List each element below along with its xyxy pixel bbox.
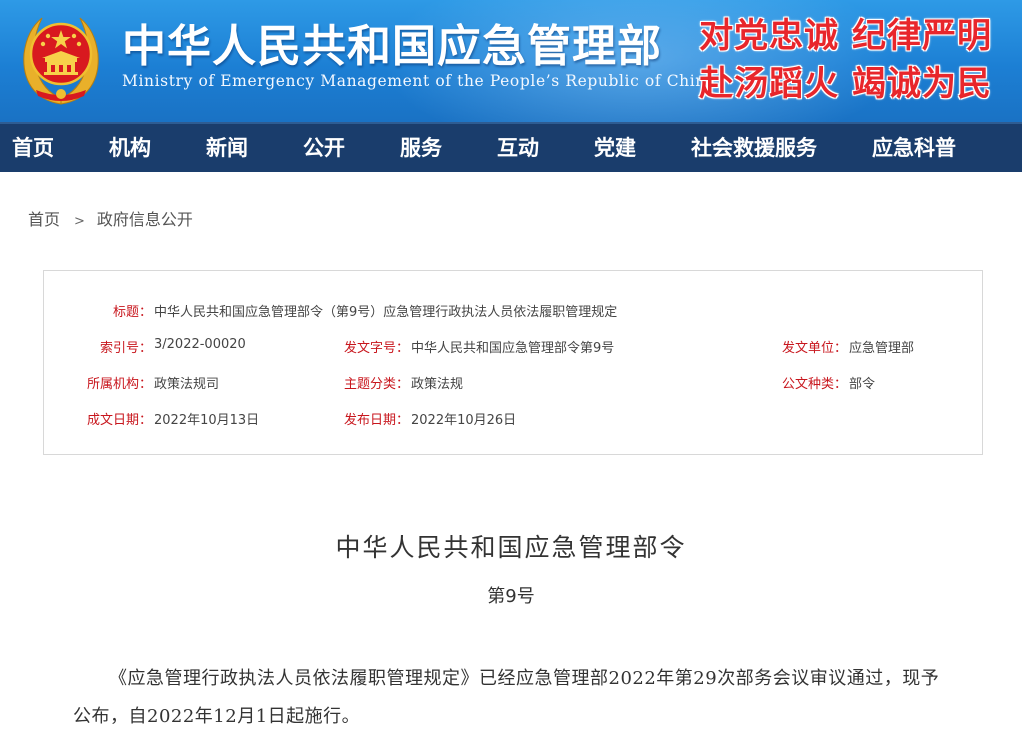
- document-metadata-box: 标题： 中华人民共和国应急管理部令（第9号）应急管理行政执法人员依法履职管理规定…: [43, 270, 983, 455]
- meta-issuer-value: 应急管理部: [849, 341, 915, 356]
- meta-type-label: 公文种类：: [781, 377, 847, 392]
- slogan-line-1: 对党忠诚 纪律严明: [699, 16, 992, 56]
- nav-item-news[interactable]: 新闻: [206, 124, 248, 172]
- meta-row-title: 标题： 中华人民共和国应急管理部令（第9号）应急管理行政执法人员依法履职管理规定: [44, 301, 982, 321]
- main-content: 首页 > 政府信息公开 标题： 中华人民共和国应急管理部令（第9号）应急管理行政执法…: [0, 172, 1022, 742]
- nav-item-rescue-services[interactable]: 社会救援服务: [691, 124, 817, 172]
- site-title-en: Ministry of Emergency Management of the …: [122, 72, 716, 90]
- document-title: 中华人民共和国应急管理部令: [335, 533, 687, 562]
- nav-item-home[interactable]: 首页: [12, 124, 54, 172]
- meta-created-value: 2022年10月13日: [154, 413, 260, 428]
- meta-issuer-label: 发文单位：: [781, 341, 847, 356]
- nav-item-science[interactable]: 应急科普: [872, 124, 956, 172]
- site-title-cn[interactable]: 中华人民共和国应急管理部: [122, 10, 662, 74]
- meta-docno-value: 中华人民共和国应急管理部令第9号: [411, 341, 615, 356]
- breadcrumb-home-link[interactable]: 首页: [28, 210, 60, 229]
- main-nav: 首页 机构 新闻 公开 服务 互动 党建 社会救援服务 应急科普: [0, 122, 1022, 172]
- meta-topic-value: 政策法规: [411, 377, 464, 392]
- meta-index-label: 索引号：: [99, 341, 152, 356]
- site-header: 中华人民共和国应急管理部 Ministry of Emergency Manag…: [0, 0, 1022, 122]
- meta-title-label: 标题：: [112, 305, 152, 320]
- meta-row-4: 成文日期： 2022年10月13日 发布日期： 2022年10月26日: [44, 409, 982, 429]
- meta-index-value: 3/2022-00020: [154, 337, 246, 352]
- meta-type-value: 部令: [849, 377, 876, 392]
- meta-org-label: 所属机构：: [86, 377, 152, 392]
- meta-topic-label: 主题分类：: [343, 377, 409, 392]
- nav-item-organization[interactable]: 机构: [109, 124, 151, 172]
- breadcrumb: 首页 > 政府信息公开: [28, 206, 193, 230]
- breadcrumb-current-link[interactable]: 政府信息公开: [97, 210, 193, 229]
- document-paragraph: 《应急管理行政执法人员依法履职管理规定》已经应急管理部2022年第29次部务会议…: [73, 668, 940, 727]
- meta-row-3: 所属机构： 政策法规司 主题分类： 政策法规 公文种类： 部令: [44, 373, 982, 393]
- meta-created-label: 成文日期：: [86, 413, 152, 428]
- nav-item-interaction[interactable]: 互动: [497, 124, 539, 172]
- national-emblem-icon: [23, 17, 99, 105]
- nav-item-services[interactable]: 服务: [400, 124, 442, 172]
- meta-docno-label: 发文字号：: [343, 341, 409, 356]
- meta-title-value: 中华人民共和国应急管理部令（第9号）应急管理行政执法人员依法履职管理规定: [154, 305, 618, 320]
- meta-org-value: 政策法规司: [154, 377, 220, 392]
- document-number: 第9号: [487, 586, 535, 607]
- nav-item-party[interactable]: 党建: [594, 124, 636, 172]
- meta-published-value: 2022年10月26日: [411, 413, 517, 428]
- meta-row-2: 索引号： 3/2022-00020 发文字号： 中华人民共和国应急管理部令第9号…: [44, 337, 982, 357]
- nav-item-disclosure[interactable]: 公开: [303, 124, 345, 172]
- slogan-line-2: 赴汤蹈火 竭诚为民: [699, 64, 992, 104]
- meta-published-label: 发布日期：: [343, 413, 409, 428]
- breadcrumb-separator: >: [74, 214, 85, 229]
